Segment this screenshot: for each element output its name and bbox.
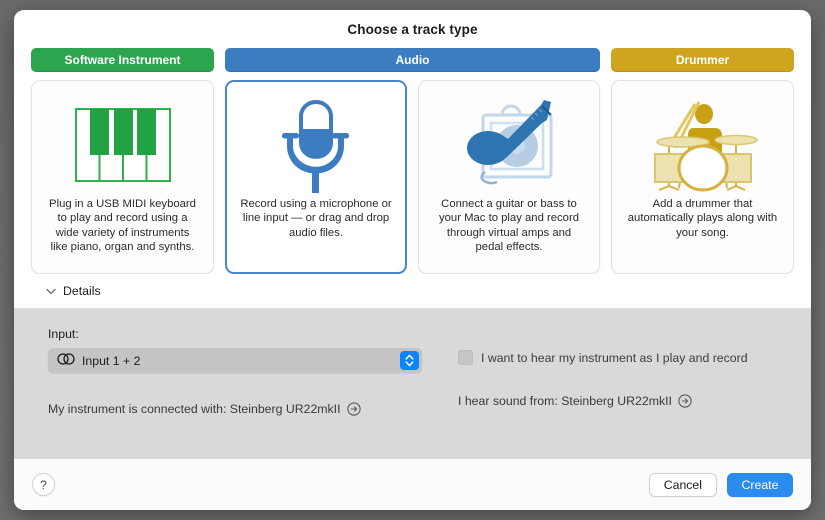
tab-drummer[interactable]: Drummer — [611, 48, 794, 72]
track-type-tab-bar: Software Instrument Audio Drummer — [14, 48, 811, 72]
screen: Choose a track type Software Instrument … — [0, 0, 825, 520]
help-button[interactable]: ? — [32, 473, 55, 496]
drummer-kit-icon — [647, 93, 759, 197]
tab-audio[interactable]: Audio — [225, 48, 600, 72]
tab-software-instrument-label: Software Instrument — [64, 53, 181, 67]
instrument-connection-row: My instrument is connected with: Steinbe… — [48, 402, 422, 416]
sound-output-row: I hear sound from: Steinberg UR22mkII — [458, 394, 777, 408]
tab-audio-label: Audio — [395, 53, 430, 67]
cancel-button[interactable]: Cancel — [648, 472, 717, 497]
tab-drummer-label: Drummer — [675, 53, 730, 67]
details-disclosure-row[interactable]: Details — [14, 274, 811, 309]
choose-track-type-dialog: Choose a track type Software Instrument … — [14, 10, 811, 510]
card-guitar-bass-description: Connect a guitar or bass to your Mac to … — [438, 198, 580, 253]
monitor-checkbox[interactable] — [458, 350, 473, 365]
microphone-icon — [274, 93, 358, 197]
tab-software-instrument[interactable]: Software Instrument — [31, 48, 214, 72]
monitor-checkbox-row[interactable]: I want to hear my instrument as I play a… — [458, 327, 777, 365]
create-button[interactable]: Create — [727, 472, 793, 497]
input-label: Input: — [48, 327, 79, 341]
details-label: Details — [63, 284, 101, 298]
piano-keyboard-icon — [74, 93, 171, 197]
guitar-amp-icon — [455, 93, 563, 197]
track-type-card-list: Plug in a USB MIDI keyboard to play and … — [14, 72, 811, 274]
card-software-instrument-description: Plug in a USB MIDI keyboard to play and … — [49, 198, 196, 253]
input-stepper[interactable] — [400, 351, 419, 370]
input-popup-button[interactable]: Input 1 + 2 — [48, 348, 422, 373]
input-value: Input 1 + 2 — [82, 353, 141, 368]
dialog-title-bar: Choose a track type — [14, 10, 811, 48]
card-drummer[interactable]: Add a drummer that automatically plays a… — [611, 80, 794, 274]
arrow-right-circle-icon-2[interactable] — [678, 394, 692, 408]
stereo-pair-icon — [57, 352, 75, 370]
chevron-down-icon[interactable] — [45, 285, 57, 297]
card-audio-description: Record using a microphone or line input … — [240, 198, 392, 239]
arrow-right-circle-icon[interactable] — [346, 402, 361, 416]
monitor-checkbox-label: I want to hear my instrument as I play a… — [481, 350, 748, 365]
card-software-instrument[interactable]: Plug in a USB MIDI keyboard to play and … — [31, 80, 214, 274]
card-drummer-description: Add a drummer that automatically plays a… — [627, 198, 778, 239]
instrument-connection-text: My instrument is connected with: Steinbe… — [48, 402, 341, 416]
card-guitar-bass[interactable]: Connect a guitar or bass to your Mac to … — [418, 80, 600, 274]
dialog-footer: ? Cancel Create — [14, 458, 811, 510]
sound-output-text: I hear sound from: Steinberg UR22mkII — [458, 394, 672, 408]
details-panel: Input: Input 1 + 2 My instrument is conn… — [14, 309, 811, 458]
dialog-title: Choose a track type — [347, 21, 478, 37]
card-audio[interactable]: Record using a microphone or line input … — [225, 80, 407, 274]
